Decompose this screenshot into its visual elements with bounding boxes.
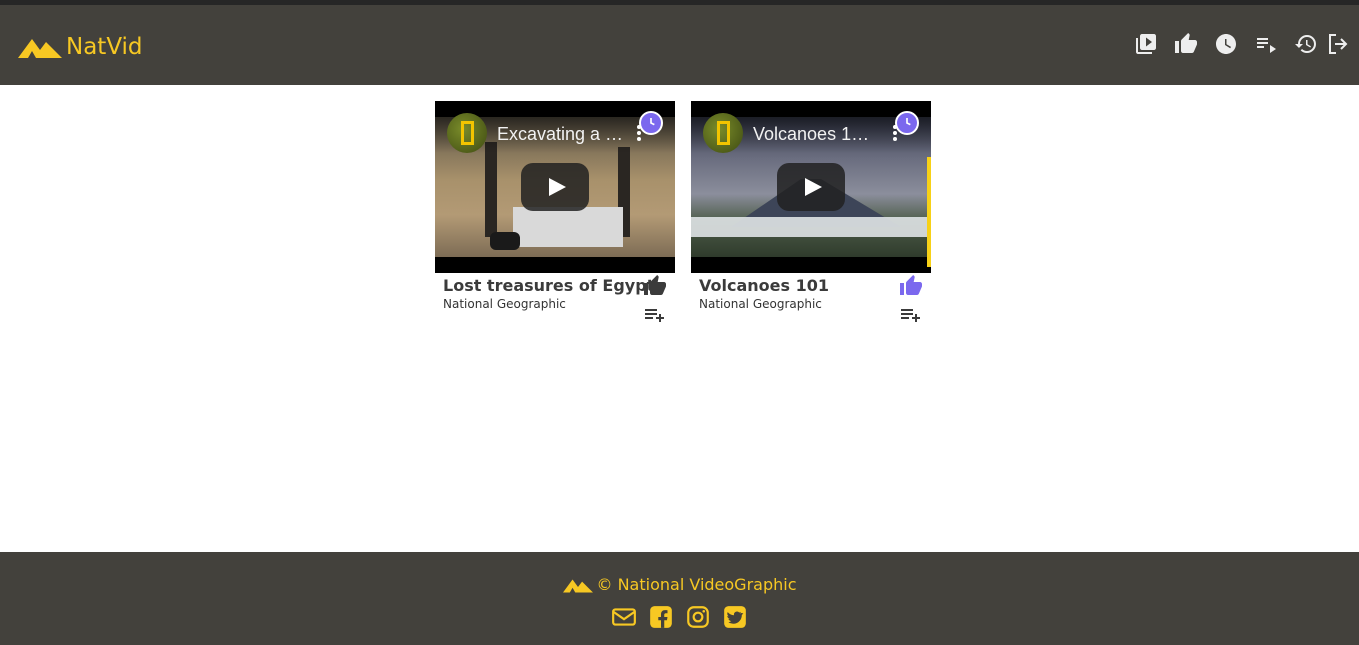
channel-name: National Geographic [443, 297, 566, 311]
facebook-icon[interactable] [648, 604, 674, 630]
video-overlay-title[interactable]: Excavating a … [497, 124, 627, 145]
video-card: Excavating a … Lost treasures of Egypt N… [435, 101, 675, 331]
play-button[interactable] [777, 163, 845, 211]
watch-later-icon[interactable] [639, 111, 663, 135]
video-meta: Lost treasures of Egypt National Geograp… [435, 273, 675, 331]
brand-logo-link[interactable]: NatVid [18, 33, 143, 61]
video-title: Lost treasures of Egypt [443, 276, 655, 295]
channel-logo-icon[interactable] [447, 113, 487, 153]
video-title: Volcanoes 101 [699, 276, 829, 295]
video-library-icon[interactable] [1134, 32, 1158, 56]
thumb-up-icon[interactable] [1174, 32, 1198, 56]
add-to-playlist-icon[interactable] [643, 303, 667, 327]
add-to-playlist-icon[interactable] [899, 303, 923, 327]
video-meta: Volcanoes 101 National Geographic [691, 273, 931, 331]
watch-later-icon[interactable] [895, 111, 919, 135]
app-header: NatVid [0, 5, 1359, 85]
social-links [0, 604, 1359, 630]
video-player[interactable]: Volcanoes 1… [691, 101, 931, 273]
video-overlay-title[interactable]: Volcanoes 1… [753, 124, 883, 145]
mountain-logo-icon [18, 39, 62, 58]
main-content: Excavating a … Lost treasures of Egypt N… [0, 85, 1359, 552]
thumb-up-icon[interactable] [643, 274, 667, 298]
playlist-icon[interactable] [1254, 32, 1278, 56]
channel-name: National Geographic [699, 297, 822, 311]
brand-name: NatVid [66, 34, 143, 60]
twitter-icon[interactable] [722, 604, 748, 630]
history-icon[interactable] [1294, 32, 1318, 56]
logout-icon[interactable] [1326, 32, 1350, 56]
video-card: Volcanoes 1… Volcanoes 101 National Geog… [691, 101, 931, 331]
footer-text: © National VideoGraphic [596, 575, 797, 594]
footer: © National VideoGraphic [0, 552, 1359, 645]
thumb-up-icon[interactable] [899, 274, 923, 298]
footer-copyright: © National VideoGraphic [0, 575, 1359, 594]
channel-logo-icon[interactable] [703, 113, 743, 153]
instagram-icon[interactable] [685, 604, 711, 630]
play-button[interactable] [521, 163, 589, 211]
clock-icon[interactable] [1214, 32, 1238, 56]
mountain-logo-icon [562, 579, 593, 592]
video-player[interactable]: Excavating a … [435, 101, 675, 273]
mail-icon[interactable] [611, 604, 637, 630]
